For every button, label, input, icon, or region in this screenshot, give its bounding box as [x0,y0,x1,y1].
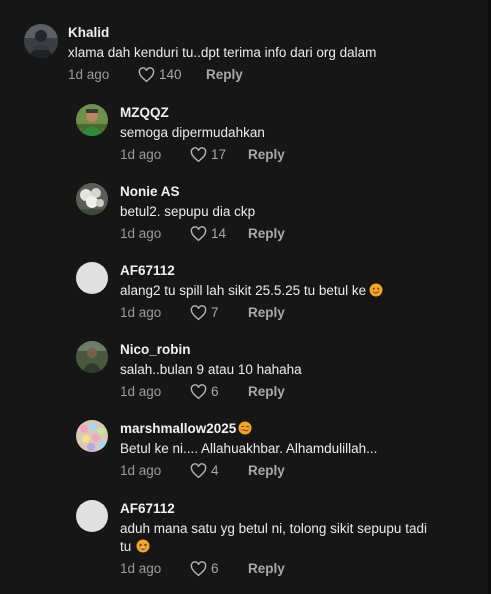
comment-text-line-2: tu [120,538,484,556]
comment-time: 1d ago [120,305,162,320]
comment-item: Nonie AS betul2. sepupu dia ckp 1d ago 1… [76,183,484,247]
reply-button[interactable]: Reply [248,304,285,322]
comment-time: 1d ago [120,384,162,399]
reply-button[interactable]: Reply [248,462,285,480]
comment-text: xlama dah kenduri tu..dpt terima info da… [68,45,377,60]
laughing-emoji-icon [136,539,150,553]
comment-text: Betul ke ni.... Allahuakhbar. Alhamdulil… [120,441,378,456]
woozy-emoji-icon [238,421,252,435]
heart-icon [138,67,155,83]
user-avatar[interactable] [76,262,108,294]
comment-text: salah..bulan 9 atau 10 hahaha [120,362,302,377]
comment-body: marshmallow2025 Betul ke ni.... Allahuak… [120,420,484,480]
like-count: 17 [211,147,227,162]
comment-text: aduh mana satu yg betul ni, tolong sikit… [120,520,484,556]
user-avatar[interactable] [76,500,108,532]
like-button[interactable]: 7 [190,304,248,322]
comment-time: 1d ago [120,561,162,576]
comments-panel: Khalid xlama dah kenduri tu..dpt terima … [0,0,491,594]
comment-body: MZQQZ semoga dipermudahkan 1d ago 17 Rep… [120,104,484,164]
comment-item: Khalid xlama dah kenduri tu..dpt terima … [24,24,484,88]
comment-meta: 1d ago 140 Reply [68,66,484,84]
comment-username[interactable]: Nico_robin [120,341,484,359]
comment-username[interactable]: AF67112 [120,500,484,518]
comment-body: Nico_robin salah..bulan 9 atau 10 hahaha… [120,341,484,401]
comment-text-line: aduh mana satu yg betul ni, tolong sikit… [120,521,427,536]
comment-text-content: tu [120,539,132,554]
comment-time: 1d ago [120,226,162,241]
like-count: 6 [211,561,219,576]
comment-meta: 1d ago 4 Reply [120,462,484,480]
heart-icon [190,561,207,577]
comment-text: semoga dipermudahkan [120,125,265,140]
user-avatar[interactable] [76,420,108,452]
comment-item: Nico_robin salah..bulan 9 atau 10 hahaha… [76,341,484,405]
like-button[interactable]: 4 [190,462,248,480]
comment-text-content: alang2 tu spill lah sikit 25.5.25 tu bet… [120,283,367,298]
green-photo-avatar-icon [76,104,108,136]
heart-icon [190,384,207,400]
like-count: 6 [211,384,219,399]
like-count: 14 [211,226,227,241]
heart-icon [190,305,207,321]
comment-item: AF67112 alang2 tu spill lah sikit 25.5.2… [76,262,484,326]
comment-body: AF67112 aduh mana satu yg betul ni, tolo… [120,500,484,578]
user-avatar[interactable] [24,24,58,58]
outdoor-photo-avatar-icon [76,341,108,373]
comment-username[interactable]: marshmallow2025 [120,420,484,438]
like-button[interactable]: 17 [190,146,248,164]
comment-item: MZQQZ semoga dipermudahkan 1d ago 17 Rep… [76,104,484,168]
comment-time: 1d ago [120,463,162,478]
like-button[interactable]: 14 [190,225,248,243]
like-count: 7 [211,305,219,320]
comment-meta: 1d ago 6 Reply [120,560,484,578]
like-count: 140 [159,67,182,82]
candy-photo-avatar-icon [76,420,108,452]
flower-photo-avatar-icon [76,183,108,215]
heart-icon [190,147,207,163]
comment-body: AF67112 alang2 tu spill lah sikit 25.5.2… [120,262,484,322]
comment-meta: 1d ago 14 Reply [120,225,484,243]
like-button[interactable]: 6 [190,383,248,401]
heart-icon [190,226,207,242]
comment-item: AF67112 aduh mana satu yg betul ni, tolo… [76,500,484,584]
comment-item: marshmallow2025 Betul ke ni.... Allahuak… [76,420,484,484]
like-button[interactable]: 140 [138,66,206,84]
comment-username-text: marshmallow2025 [120,421,237,436]
reply-button[interactable]: Reply [206,66,243,84]
comment-time: 1d ago [68,67,110,82]
comment-time: 1d ago [120,147,162,162]
comment-username[interactable]: MZQQZ [120,104,484,122]
like-button[interactable]: 6 [190,560,248,578]
dark-photo-avatar-icon [24,24,58,58]
user-avatar[interactable] [76,341,108,373]
smirk-emoji-icon [369,283,383,297]
reply-button[interactable]: Reply [248,225,285,243]
reply-button[interactable]: Reply [248,146,285,164]
comment-body: Nonie AS betul2. sepupu dia ckp 1d ago 1… [120,183,484,243]
comment-text: alang2 tu spill lah sikit 25.5.25 tu bet… [120,282,484,300]
like-count: 4 [211,463,219,478]
reply-button[interactable]: Reply [248,560,285,578]
heart-icon [190,463,207,479]
comment-meta: 1d ago 7 Reply [120,304,484,322]
comment-meta: 1d ago 17 Reply [120,146,484,164]
comment-meta: 1d ago 6 Reply [120,383,484,401]
comment-username[interactable]: Khalid [68,24,484,42]
comment-username[interactable]: AF67112 [120,262,484,280]
comment-username[interactable]: Nonie AS [120,183,484,201]
user-avatar[interactable] [76,183,108,215]
default-avatar-icon [76,500,108,532]
user-avatar[interactable] [76,104,108,136]
reply-button[interactable]: Reply [248,383,285,401]
default-avatar-icon [76,262,108,294]
comment-body: Khalid xlama dah kenduri tu..dpt terima … [68,24,484,84]
comment-text: betul2. sepupu dia ckp [120,204,256,219]
